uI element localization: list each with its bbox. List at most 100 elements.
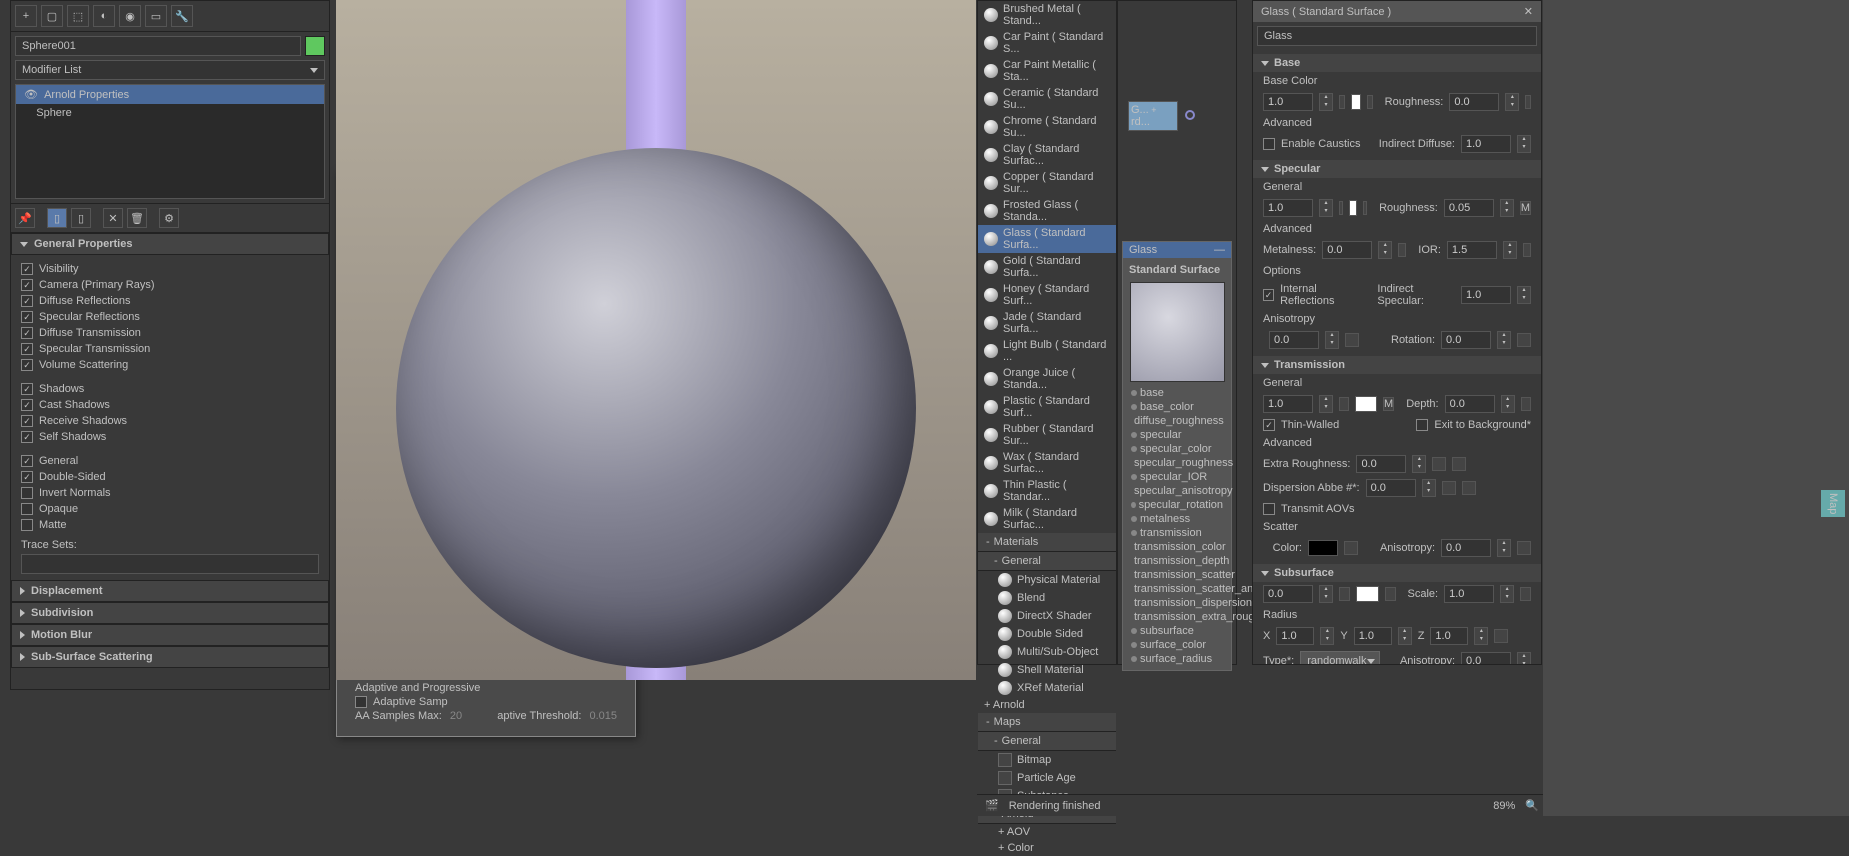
checkbox[interactable] xyxy=(21,343,33,355)
material-item[interactable]: Honey ( Standard Surf... xyxy=(978,281,1116,309)
checkbox[interactable] xyxy=(21,519,33,531)
remove-modifier-button[interactable]: ✕ xyxy=(103,208,123,228)
node-port[interactable]: transmission_dispersion* xyxy=(1127,596,1227,610)
checkbox[interactable] xyxy=(21,295,33,307)
checkbox[interactable] xyxy=(21,383,33,395)
materials-section[interactable]: - Materials xyxy=(978,533,1116,552)
thin-walled-check[interactable] xyxy=(1263,419,1275,431)
map-button[interactable] xyxy=(1339,95,1345,109)
node-port[interactable]: base xyxy=(1127,386,1227,400)
map-button[interactable] xyxy=(1432,457,1446,471)
map-button[interactable] xyxy=(1367,95,1373,109)
material-name-input[interactable] xyxy=(1257,26,1537,46)
material-type-item[interactable]: DirectX Shader xyxy=(978,607,1116,625)
material-item[interactable]: Thin Plastic ( Standar... xyxy=(978,477,1116,505)
material-item[interactable]: Glass ( Standard Surfa... xyxy=(978,225,1116,253)
tool-mode1[interactable]: ⬚ xyxy=(67,5,89,27)
modifier-stack[interactable]: 👁 Arnold Properties Sphere xyxy=(15,84,325,199)
metalness-input[interactable] xyxy=(1322,241,1372,259)
node-port[interactable]: transmission_scatter_ani... xyxy=(1127,582,1227,596)
specular-section[interactable]: Specular xyxy=(1253,160,1541,178)
node-card[interactable]: Glass— Standard Surface basebase_colordi… xyxy=(1122,241,1232,671)
sub-scale-input[interactable] xyxy=(1444,585,1494,603)
map-type-item[interactable]: Particle Age xyxy=(978,769,1116,787)
radius-x[interactable] xyxy=(1276,627,1314,645)
material-type-item[interactable]: Shell Material xyxy=(978,661,1116,679)
trash-button[interactable]: 🗑 xyxy=(127,208,147,228)
tool-mode3[interactable]: ◉ xyxy=(119,5,141,27)
map-button[interactable] xyxy=(1339,397,1349,411)
spec-weight-input[interactable] xyxy=(1263,199,1313,217)
material-item[interactable]: Orange Juice ( Standa... xyxy=(978,365,1116,393)
spec-roughness-input[interactable] xyxy=(1444,199,1494,217)
map-button[interactable] xyxy=(1517,333,1531,347)
base-color-swatch[interactable] xyxy=(1351,94,1361,110)
internal-refl-check[interactable] xyxy=(1263,289,1274,301)
node-port[interactable]: metalness xyxy=(1127,512,1227,526)
type-dropdown[interactable]: randomwalk xyxy=(1300,651,1380,665)
depth-input[interactable] xyxy=(1445,395,1495,413)
node-port[interactable]: subsurface xyxy=(1127,624,1227,638)
transmit-aov-check[interactable] xyxy=(1263,503,1275,515)
material-item[interactable]: Ceramic ( Standard Su... xyxy=(978,85,1116,113)
checkbox[interactable] xyxy=(21,455,33,467)
modifier-list-dropdown[interactable]: Modifier List xyxy=(15,60,325,80)
map-button-m[interactable]: M xyxy=(1383,397,1394,411)
rollout-general-properties[interactable]: General Properties xyxy=(11,233,329,255)
trans-weight-input[interactable] xyxy=(1263,395,1313,413)
material-item[interactable]: Wax ( Standard Surfac... xyxy=(978,449,1116,477)
ior-input[interactable] xyxy=(1447,241,1497,259)
scatter-color-swatch[interactable] xyxy=(1308,540,1338,556)
rollout-motion-blur[interactable]: Motion Blur xyxy=(11,624,329,646)
rollout-displacement[interactable]: Displacement xyxy=(11,580,329,602)
map-button[interactable] xyxy=(1452,457,1466,471)
map-button[interactable] xyxy=(1462,481,1476,495)
node-port[interactable]: transmission_depth xyxy=(1127,554,1227,568)
rotation-input[interactable] xyxy=(1441,331,1491,349)
checkbox[interactable] xyxy=(21,415,33,427)
sub-weight-input[interactable] xyxy=(1263,585,1313,603)
node-port[interactable]: specular_roughness xyxy=(1127,456,1227,470)
base-section[interactable]: Base xyxy=(1253,54,1541,72)
checkbox[interactable] xyxy=(21,279,33,291)
color-section[interactable]: + Color xyxy=(978,840,1116,856)
checkbox[interactable] xyxy=(21,263,33,275)
rollout-sub-surface-scattering[interactable]: Sub-Surface Scattering xyxy=(11,646,329,668)
node-port[interactable]: surface_radius xyxy=(1127,652,1227,666)
tool-add[interactable]: + xyxy=(15,5,37,27)
map-button[interactable] xyxy=(1339,201,1343,215)
arnold-section[interactable]: + Arnold xyxy=(978,697,1116,713)
extra-rough-input[interactable] xyxy=(1356,455,1406,473)
checkbox[interactable] xyxy=(21,471,33,483)
close-icon[interactable]: ✕ xyxy=(1524,5,1533,18)
object-color-swatch[interactable] xyxy=(305,36,325,56)
map-button[interactable] xyxy=(1525,95,1531,109)
map-tab[interactable]: Map xyxy=(1821,490,1845,517)
exit-bg-check[interactable] xyxy=(1416,419,1428,431)
node-port[interactable]: transmission_scatter xyxy=(1127,568,1227,582)
map-button-m[interactable]: M xyxy=(1520,201,1531,215)
spec-color-swatch[interactable] xyxy=(1349,200,1356,216)
modifier-item[interactable]: 👁 Arnold Properties xyxy=(16,85,324,104)
trace-sets-input[interactable] xyxy=(21,554,319,574)
transmission-section[interactable]: Transmission xyxy=(1253,356,1541,374)
map-button[interactable] xyxy=(1442,481,1456,495)
node-port[interactable]: transmission xyxy=(1127,526,1227,540)
material-type-item[interactable]: Physical Material xyxy=(978,571,1116,589)
indirect-input[interactable] xyxy=(1461,135,1511,153)
object-name-input[interactable] xyxy=(15,36,301,56)
node-port[interactable]: diffuse_roughness xyxy=(1127,414,1227,428)
material-item[interactable]: Frosted Glass ( Standa... xyxy=(978,197,1116,225)
material-item[interactable]: Brushed Metal ( Stand... xyxy=(978,1,1116,29)
map-button[interactable] xyxy=(1521,397,1531,411)
aov-section[interactable]: + AOV xyxy=(978,824,1116,840)
map-type-item[interactable]: Bitmap xyxy=(978,751,1116,769)
radius-y[interactable] xyxy=(1354,627,1392,645)
node-port[interactable]: surface_color xyxy=(1127,638,1227,652)
rollout-subdivision[interactable]: Subdivision xyxy=(11,602,329,624)
material-item[interactable]: Rubber ( Standard Sur... xyxy=(978,421,1116,449)
indirect-spec-input[interactable] xyxy=(1461,286,1511,304)
material-item[interactable]: Light Bulb ( Standard ... xyxy=(978,337,1116,365)
base-roughness-input[interactable] xyxy=(1449,93,1499,111)
make-unique-button[interactable]: ▯ xyxy=(71,208,91,228)
